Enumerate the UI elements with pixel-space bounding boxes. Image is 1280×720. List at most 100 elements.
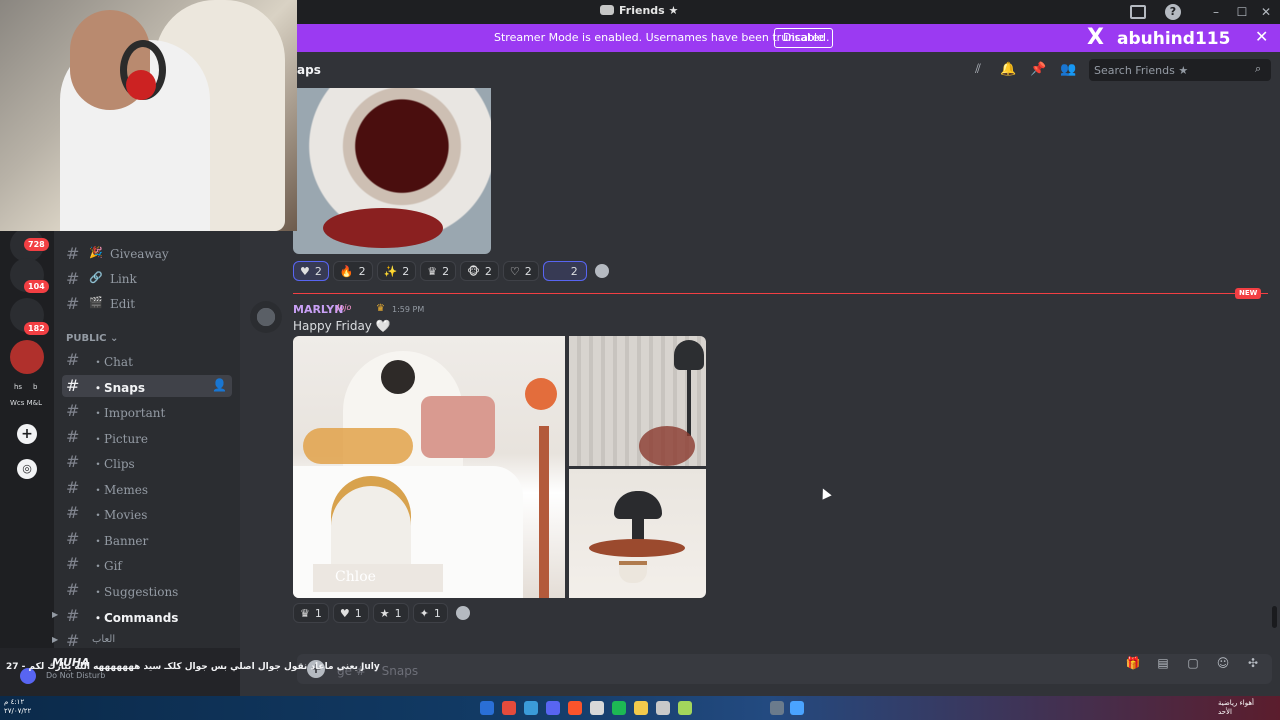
reaction[interactable]: ★ 1 <box>372 603 409 623</box>
scrollbar[interactable] <box>1272 606 1277 628</box>
hash-icon: # <box>66 401 80 420</box>
help-icon[interactable]: ? <box>1165 4 1181 20</box>
channel-suggestions[interactable]: # ・Suggestions <box>62 579 232 601</box>
message-composer: + ge # ・Snaps 🎁 ▤ ▢ ☺ ✣ <box>240 648 1280 696</box>
sticker-icon[interactable]: ▢ <box>1184 654 1202 672</box>
wall-dot <box>381 360 415 394</box>
discord-window: Friends ★ ? – ☐ ✕ Streamer Mode is enabl… <box>0 0 1280 720</box>
lamp-shape <box>525 378 557 410</box>
reaction-count: 2 <box>314 264 322 278</box>
expand-arrow-icon[interactable]: ▶ <box>52 610 58 619</box>
channel-banner[interactable]: # ・Banner <box>62 528 232 550</box>
reaction[interactable]: 🔥 2 <box>332 261 373 281</box>
add-reaction-icon[interactable] <box>455 606 470 620</box>
interior-image[interactable]: Chloe <box>293 336 565 598</box>
close-window-icon[interactable]: ✕ <box>1258 4 1274 20</box>
explore-icon[interactable]: ◎ <box>17 459 37 479</box>
category-public[interactable]: PUBLIC ⌄ <box>66 333 118 344</box>
reaction[interactable]: ✨ 2 <box>376 261 417 281</box>
reaction[interactable]: 2 <box>542 261 587 281</box>
inbox-icon[interactable] <box>1130 5 1146 19</box>
hash-icon: # <box>66 269 80 288</box>
minimize-icon[interactable]: – <box>1208 4 1224 20</box>
channel-commands[interactable]: ▶ # ・Commands <box>52 605 232 627</box>
channel-snaps[interactable]: # ・Snaps 👤 <box>62 375 232 397</box>
webcam-overlay <box>0 0 297 231</box>
sparkles-emoji-icon: ✨ <box>383 264 398 278</box>
brave-app-icon[interactable] <box>568 701 582 715</box>
maximize-icon[interactable]: ☐ <box>1234 4 1250 20</box>
reaction[interactable]: 🐵 2 <box>460 261 499 281</box>
chat-header: aps ⫽ 🔔 📌 👥 ⌕ <box>297 52 1280 88</box>
taskbar-clock: ٤:١٢ م ٢٧/٠٧/٢٢ <box>4 698 32 715</box>
lamp-stand <box>539 426 549 598</box>
channel-giveaway[interactable]: # 🎉 Giveaway <box>62 243 232 265</box>
windows-start-icon[interactable] <box>790 701 804 715</box>
channel-picture[interactable]: # ・Picture <box>62 426 232 448</box>
telegram-app-icon[interactable] <box>524 701 538 715</box>
message-author[interactable]: MARLYN <box>293 303 343 316</box>
stream-ticker: يعني ماعاد نقول جوال اصلي بس جوال كلكـ س… <box>6 662 380 672</box>
reaction-count: 2 <box>442 264 450 278</box>
hash-icon: # <box>66 503 80 522</box>
channel-gif[interactable]: # ・Gif <box>62 553 232 575</box>
channel-edit[interactable]: # 🎬 Edit <box>62 293 232 315</box>
apps-icon[interactable]: ✣ <box>1244 654 1262 672</box>
vase-shape <box>421 396 495 458</box>
bell-icon[interactable]: 🔔 <box>1000 62 1016 78</box>
spotify-app-icon[interactable] <box>612 701 626 715</box>
channel-link[interactable]: # 🔗 Link <box>62 268 232 290</box>
channel-label: Edit <box>110 297 136 311</box>
add-server-icon[interactable]: + <box>17 424 37 444</box>
chrome-app-icon[interactable] <box>502 701 516 715</box>
user-status: Do Not Disturb <box>46 671 106 680</box>
channel-chat[interactable]: # ・Chat <box>62 349 232 371</box>
app-icon[interactable] <box>678 701 692 715</box>
disable-streamer-mode-button[interactable]: Disable <box>774 28 833 48</box>
search-box[interactable]: ⌕ <box>1089 59 1271 81</box>
channel-label: Link <box>110 272 137 286</box>
channel-memes[interactable]: # ・Memes <box>62 477 232 499</box>
server-icon[interactable] <box>10 340 44 374</box>
channel-clips[interactable]: # ・Clips <box>62 451 232 473</box>
curtain-image[interactable] <box>569 336 706 466</box>
window-title: Friends ★ <box>600 4 678 17</box>
reaction[interactable]: ♛ 2 <box>420 261 457 281</box>
headset-earcup <box>126 70 156 100</box>
hash-icon: # <box>66 606 80 625</box>
clapper-icon: 🎬 <box>89 296 103 309</box>
channel-movies[interactable]: # ・Movies <box>62 502 232 524</box>
reaction-count: 2 <box>570 264 578 278</box>
reaction[interactable]: ♥ 1 <box>332 603 369 623</box>
crown-emoji-icon: ♛ <box>300 606 310 620</box>
gift-icon[interactable]: 🎁 <box>1124 654 1142 672</box>
expand-arrow-icon[interactable]: ▶ <box>52 635 58 644</box>
message-timestamp: 1:59 PM <box>392 305 425 314</box>
threads-icon[interactable]: ⫽ <box>970 62 986 78</box>
custom-emoji-icon: ✦ <box>419 606 429 620</box>
invite-member-icon[interactable]: 👤 <box>212 378 227 392</box>
reaction[interactable]: ✦ 1 <box>412 603 448 623</box>
streamer-mode-banner: Streamer Mode is enabled. Usernames have… <box>297 24 1280 52</box>
pin-icon[interactable]: 📌 <box>1030 62 1046 78</box>
search-input[interactable] <box>1094 62 1244 78</box>
emoji-icon[interactable]: ☺ <box>1214 654 1232 672</box>
channel-important[interactable]: # ・Important <box>62 400 232 422</box>
app-icon[interactable] <box>590 701 604 715</box>
coffee-tray-image[interactable] <box>569 469 706 598</box>
gif-icon[interactable]: ▤ <box>1154 654 1172 672</box>
add-reaction-icon[interactable] <box>594 264 609 278</box>
reaction[interactable]: ♛ 1 <box>293 603 329 623</box>
reaction[interactable]: ♡ 2 <box>502 261 539 281</box>
reaction[interactable]: ♥ 2 <box>293 261 329 281</box>
discord-app-icon[interactable] <box>546 701 560 715</box>
reaction-count: 1 <box>433 606 441 620</box>
close-banner-icon[interactable]: ✕ <box>1255 27 1268 46</box>
search-icon[interactable] <box>770 701 784 715</box>
members-icon[interactable]: 👥 <box>1060 62 1076 78</box>
settings-app-icon[interactable] <box>480 701 494 715</box>
app-icon[interactable] <box>656 701 670 715</box>
folder-app-icon[interactable] <box>634 701 648 715</box>
avatar[interactable] <box>250 301 282 333</box>
coffee-image[interactable] <box>293 88 491 254</box>
